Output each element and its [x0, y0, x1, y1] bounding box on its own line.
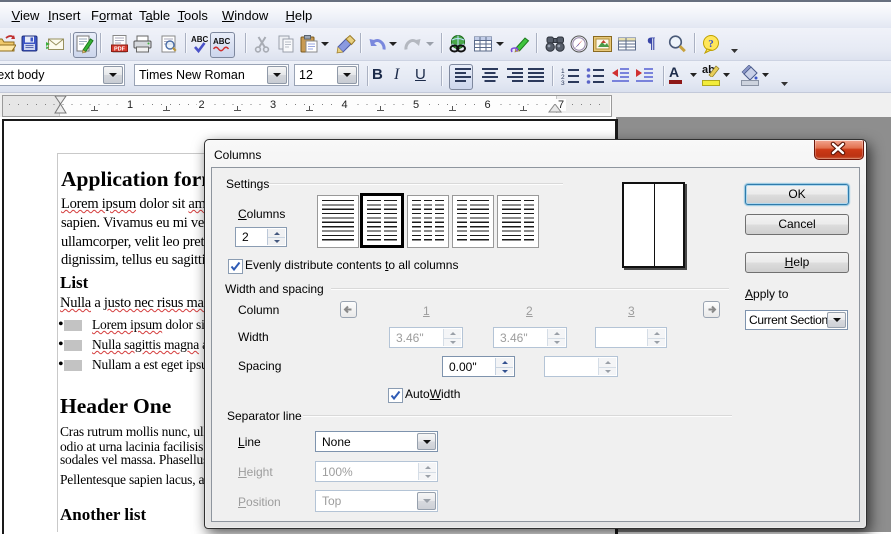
svg-text:3: 3 — [561, 80, 565, 86]
svg-text:?: ? — [708, 38, 714, 50]
svg-text:ABC: ABC — [213, 37, 231, 46]
svg-text:PDF: PDF — [114, 46, 126, 52]
svg-text:ABC: ABC — [191, 35, 209, 44]
